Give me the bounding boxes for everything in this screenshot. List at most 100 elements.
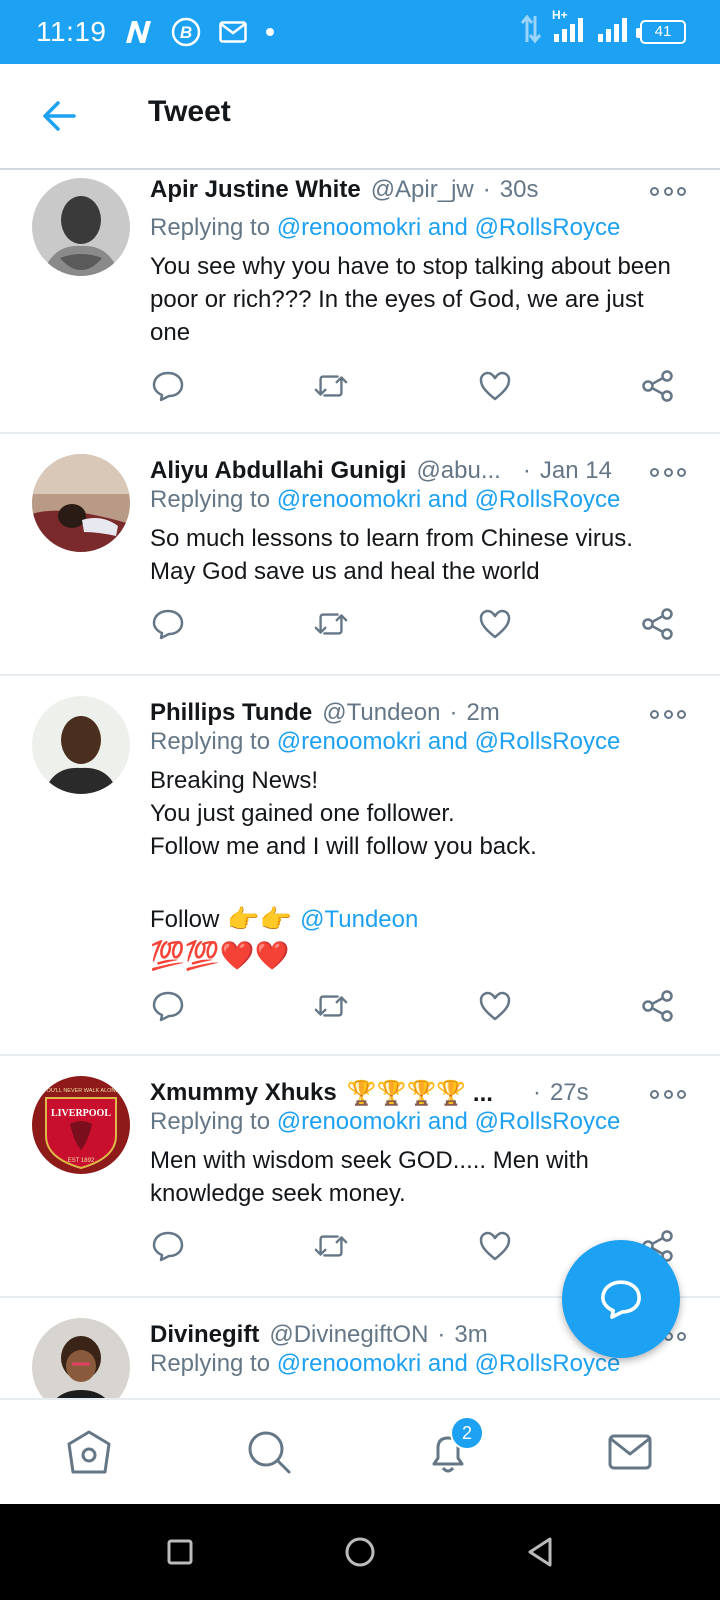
reply-button[interactable] — [150, 988, 186, 1024]
replying-to: Replying to @renoomokri and @RollsRoyce — [150, 486, 621, 513]
mention-link[interactable]: @RollsRoyce — [475, 214, 621, 241]
author-handle[interactable]: @Tundeon — [322, 699, 440, 727]
mention-link[interactable]: @RollsRoyce — [475, 486, 621, 513]
b-app-icon: B — [171, 17, 201, 47]
mention-link[interactable]: @RollsRoyce — [475, 728, 621, 755]
share-icon — [642, 990, 673, 1022]
avatar[interactable]: YOU'LL NEVER WALK ALONE LIVERPOOL EST 18… — [32, 1076, 130, 1174]
retweet-icon — [314, 995, 348, 1017]
square-icon — [167, 1539, 193, 1565]
reply-icon — [152, 1231, 184, 1262]
retweet-button[interactable] — [313, 606, 349, 642]
avatar[interactable] — [32, 178, 130, 276]
back-button[interactable] — [40, 98, 82, 134]
reply-button[interactable] — [150, 1228, 186, 1264]
tweet-text: You see why you have to stop talking abo… — [150, 253, 671, 346]
status-time: 11:19 — [36, 16, 107, 47]
mention-link[interactable]: @renoomokri — [277, 214, 421, 241]
more-options-button[interactable] — [650, 1084, 686, 1104]
mention-link[interactable]: @RollsRoyce — [475, 1108, 621, 1135]
more-options-button[interactable] — [650, 181, 686, 201]
like-button[interactable] — [477, 1228, 513, 1264]
tweet-actions — [150, 368, 690, 404]
reply-feed[interactable]: Apir Justine White @Apir_jw · 30s Replyi… — [0, 170, 720, 1398]
reply-button[interactable] — [150, 368, 186, 404]
nav-home[interactable] — [63, 1426, 115, 1478]
more-options-button[interactable] — [650, 462, 686, 482]
tweet-time: 30s — [499, 176, 539, 203]
compose-reply-button[interactable] — [562, 1240, 680, 1358]
mail-icon — [608, 1434, 652, 1470]
share-icon — [642, 608, 673, 640]
retweet-button[interactable] — [313, 988, 349, 1024]
system-navigation-bar — [0, 1504, 720, 1600]
n-app-icon — [123, 19, 153, 45]
author-handle[interactable]: @abu... — [416, 457, 500, 485]
tweet-item[interactable]: Apir Justine White @Apir_jw · 30s Replyi… — [0, 170, 720, 434]
tweet-header: Tweet — [0, 64, 720, 170]
retweet-icon — [314, 613, 348, 635]
avatar[interactable] — [32, 696, 130, 794]
mention-link[interactable]: @RollsRoyce — [475, 1350, 621, 1377]
like-button[interactable] — [477, 606, 513, 642]
replying-to: Replying to @renoomokri and @RollsRoyce — [150, 214, 621, 241]
reply-button[interactable] — [150, 606, 186, 642]
avatar[interactable] — [32, 1318, 130, 1398]
tweet-actions — [150, 606, 690, 642]
emoji-line: 💯💯❤️❤️ — [150, 940, 290, 971]
heart-icon — [479, 991, 511, 1021]
share-button[interactable] — [640, 606, 676, 642]
author-handle[interactable]: @Apir_jw — [371, 176, 474, 204]
like-button[interactable] — [477, 368, 513, 404]
replying-to: Replying to @renoomokri and @RollsRoyce — [150, 1350, 621, 1377]
pointing-hand-emoji: 👉👉 — [227, 903, 293, 934]
author-name[interactable]: Phillips Tunde — [150, 699, 312, 727]
back-system-button[interactable] — [520, 1532, 560, 1572]
share-button[interactable] — [640, 368, 676, 404]
mention-link[interactable]: @renoomokri — [277, 486, 421, 513]
mention-link[interactable]: @Tundeon — [300, 903, 418, 936]
tweet-time: Jan 14 — [539, 457, 612, 484]
tweet-time: 3m — [454, 1321, 488, 1348]
author-name[interactable]: Aliyu Abdullahi Gunigi — [150, 457, 406, 485]
mention-link[interactable]: @renoomokri — [277, 1108, 421, 1135]
avatar[interactable] — [32, 454, 130, 552]
tweet-item[interactable]: Aliyu Abdullahi Gunigi @abu... · Jan 14 … — [0, 434, 720, 676]
nav-messages[interactable] — [604, 1426, 656, 1478]
tweet-text: Breaking News! You just gained one follo… — [150, 764, 680, 975]
like-button[interactable] — [477, 988, 513, 1024]
home-system-button[interactable] — [340, 1532, 380, 1572]
home-icon — [67, 1430, 111, 1474]
share-button[interactable] — [640, 988, 676, 1024]
battery-icon: 41 — [636, 19, 686, 44]
tweet-item[interactable]: Phillips Tunde @Tundeon · 2m Replying to… — [0, 676, 720, 1056]
search-icon — [248, 1431, 291, 1474]
author-name[interactable]: Xmummy Xhuks — [150, 1079, 337, 1107]
reply-icon — [152, 371, 184, 402]
tweet-actions — [150, 988, 690, 1024]
retweet-button[interactable] — [313, 368, 349, 404]
triangle-back-icon — [528, 1537, 552, 1567]
retweet-icon — [314, 375, 348, 397]
network-type: H+ — [552, 8, 568, 22]
retweet-icon — [314, 1235, 348, 1257]
signal-icon — [596, 14, 630, 49]
mention-link[interactable]: @renoomokri — [277, 728, 421, 755]
tweet-time: 27s — [549, 1079, 589, 1106]
mention-link[interactable]: @renoomokri — [277, 1350, 421, 1377]
retweet-button[interactable] — [313, 1228, 349, 1264]
recent-apps-button[interactable] — [160, 1532, 200, 1572]
share-icon — [642, 370, 673, 402]
replying-to: Replying to @renoomokri and @RollsRoyce — [150, 728, 621, 755]
bottom-navigation: 2 — [0, 1398, 720, 1504]
circle-icon — [345, 1537, 375, 1567]
more-options-button[interactable] — [650, 704, 686, 724]
author-handle[interactable]: @DivinegiftON — [269, 1321, 428, 1349]
liverpool-crest-top: YOU'LL NEVER WALK ALONE — [43, 1088, 119, 1094]
notification-badge: 2 — [450, 1416, 484, 1450]
liverpool-crest-label: LIVERPOOL — [51, 1108, 111, 1119]
tweet-text: Men with wisdom seek GOD..... Men with k… — [150, 1147, 589, 1207]
author-name[interactable]: Apir Justine White — [150, 176, 361, 204]
author-name[interactable]: Divinegift — [150, 1321, 259, 1349]
nav-search[interactable] — [243, 1426, 295, 1478]
